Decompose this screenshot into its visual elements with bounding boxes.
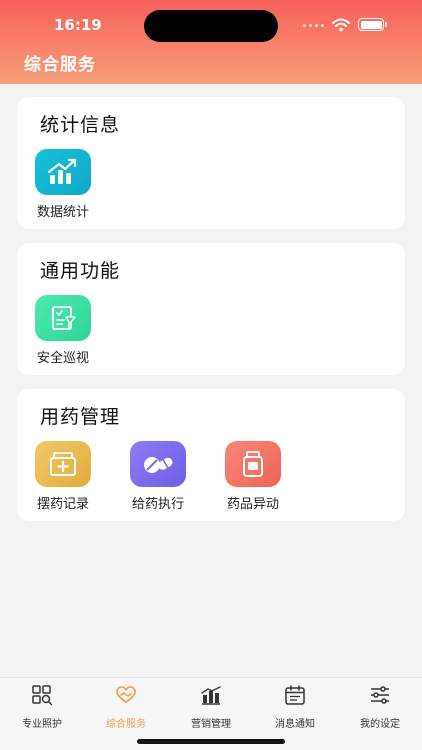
medicine-box-icon (35, 441, 91, 487)
dispensing-record-button[interactable]: 摆药记录 (23, 441, 103, 512)
tab-label: 营销管理 (191, 719, 231, 730)
tab-marketing[interactable]: 营销管理 (169, 684, 253, 730)
section-medication: 用药管理 摆药记录 给药执行 药品异动 (17, 389, 405, 521)
tab-integrated-services[interactable]: 综合服务 (84, 684, 168, 730)
tab-label: 消息通知 (275, 719, 315, 730)
section-statistics: 统计信息 数据统计 (17, 97, 405, 229)
wifi-icon (332, 18, 350, 32)
heart-hands-icon (116, 686, 136, 703)
tile-label: 药品异动 (226, 497, 279, 512)
checklist-icon (35, 295, 91, 341)
chart-icon (35, 149, 91, 195)
calendar-icon (285, 685, 305, 705)
sliders-icon (371, 686, 389, 704)
tab-label: 综合服务 (106, 719, 146, 730)
section-general: 通用功能 安全巡视 (17, 243, 405, 375)
tab-label: 专业照护 (22, 719, 62, 730)
safety-patrol-button[interactable]: 安全巡视 (23, 295, 103, 366)
tile-label: 安全巡视 (36, 351, 89, 366)
signal-dots-icon (303, 24, 324, 27)
status-time: 16:19 (54, 16, 102, 34)
tab-notifications[interactable]: 消息通知 (253, 684, 337, 730)
section-title: 统计信息 (40, 114, 121, 136)
tile-label: 数据统计 (36, 205, 89, 220)
administration-execution-button[interactable]: 给药执行 (118, 441, 198, 512)
pill-icon (130, 441, 186, 487)
tab-my-settings[interactable]: 我的设定 (338, 684, 422, 730)
tile-label: 给药执行 (131, 497, 184, 512)
home-indicator (137, 739, 285, 744)
data-statistics-button[interactable]: 数据统计 (23, 149, 103, 220)
camera-notch (144, 10, 278, 42)
header: 16:19 综合服务 (0, 0, 422, 84)
section-title: 用药管理 (40, 406, 121, 428)
tile-label: 摆药记录 (36, 497, 89, 512)
battery-icon (358, 18, 387, 31)
tab-professional-care[interactable]: 专业照护 (0, 684, 84, 730)
page-title: 综合服务 (24, 55, 96, 75)
section-title: 通用功能 (40, 260, 121, 282)
grid-search-icon (32, 685, 53, 706)
medicine-bottle-icon (225, 441, 281, 487)
tab-label: 我的设定 (360, 719, 400, 730)
bar-chart-icon (201, 686, 221, 705)
drug-change-button[interactable]: 药品异动 (213, 441, 293, 512)
